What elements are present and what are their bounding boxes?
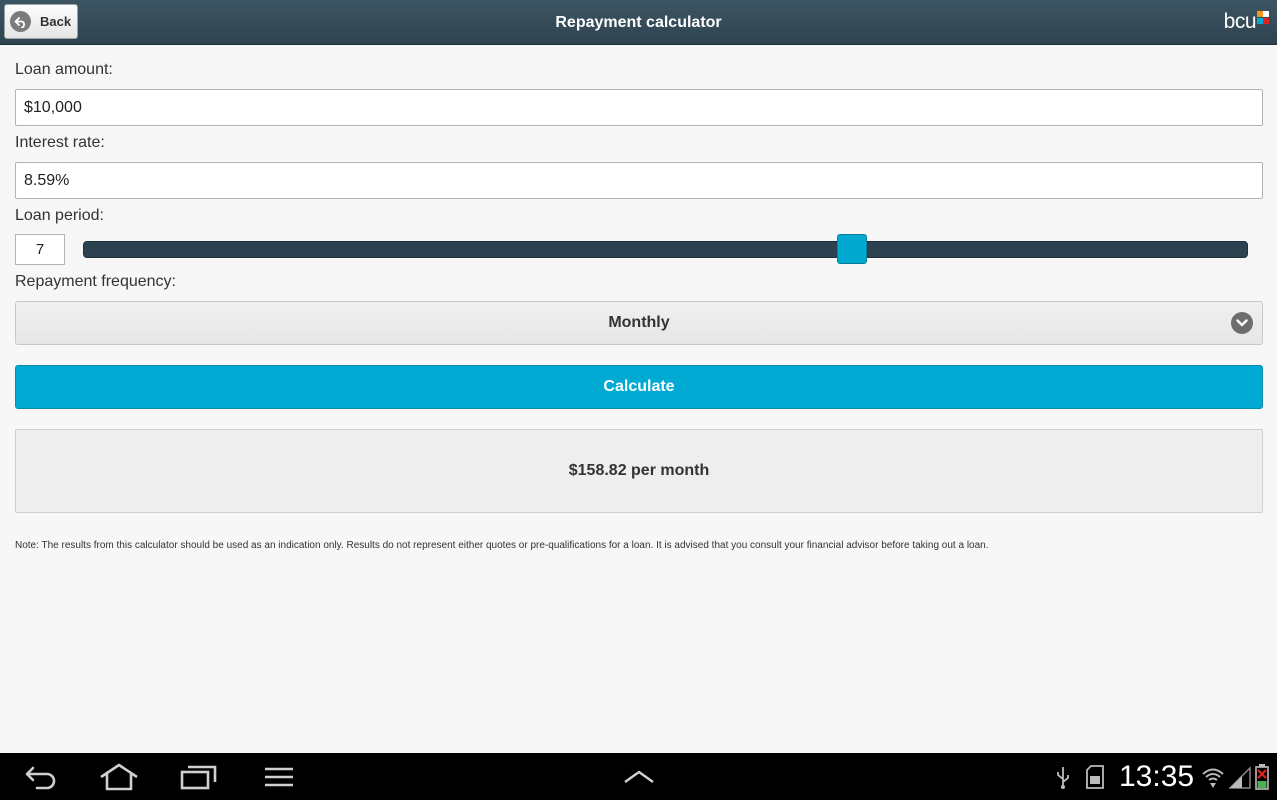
interest-rate-input[interactable] <box>15 162 1263 199</box>
logo-text: bcu <box>1223 10 1257 33</box>
loan-amount-input[interactable] <box>15 89 1263 126</box>
wifi-icon <box>1201 765 1225 794</box>
loan-period-slider-track[interactable] <box>83 241 1248 258</box>
battery-icon <box>1255 764 1269 795</box>
loan-period-label: Loan period: <box>15 207 104 224</box>
sd-card-icon <box>1086 765 1104 794</box>
app-root: Repayment calculator Back bcu Loan amoun… <box>0 0 1277 800</box>
disclaimer-note: Note: The results from this calculator s… <box>15 540 989 551</box>
result-text: $158.82 per month <box>568 462 710 479</box>
logo-squares-icon <box>1257 11 1269 25</box>
signal-icon <box>1228 765 1251 794</box>
loan-amount-label: Loan amount: <box>15 61 113 78</box>
interest-rate-label: Interest rate: <box>15 134 105 151</box>
system-navigation-bar: 13:35 <box>0 753 1277 800</box>
up-arrow-icon[interactable] <box>623 761 655 793</box>
chevron-down-icon <box>1231 312 1253 334</box>
home-icon[interactable] <box>98 761 140 793</box>
loan-period-slider-thumb[interactable] <box>836 234 867 264</box>
back-icon[interactable] <box>22 761 60 793</box>
back-button[interactable]: Back <box>4 4 78 39</box>
repayment-frequency-select[interactable]: Monthly <box>15 301 1263 345</box>
back-button-label: Back <box>40 14 72 29</box>
header-bar: Repayment calculator Back bcu <box>0 0 1277 45</box>
recent-apps-icon[interactable] <box>180 761 218 793</box>
usb-icon <box>1056 765 1070 794</box>
repayment-frequency-value: Monthly <box>608 314 670 331</box>
menu-icon[interactable] <box>264 761 294 793</box>
page-title: Repayment calculator <box>555 14 722 31</box>
system-clock: 13:35 <box>1119 760 1195 793</box>
calculate-button[interactable]: Calculate <box>15 365 1263 409</box>
bcu-logo: bcu <box>1224 9 1269 35</box>
back-arrow-icon <box>10 11 31 32</box>
loan-period-input[interactable] <box>15 234 65 265</box>
repayment-frequency-label: Repayment frequency: <box>15 273 176 290</box>
result-panel: $158.82 per month <box>15 429 1263 513</box>
